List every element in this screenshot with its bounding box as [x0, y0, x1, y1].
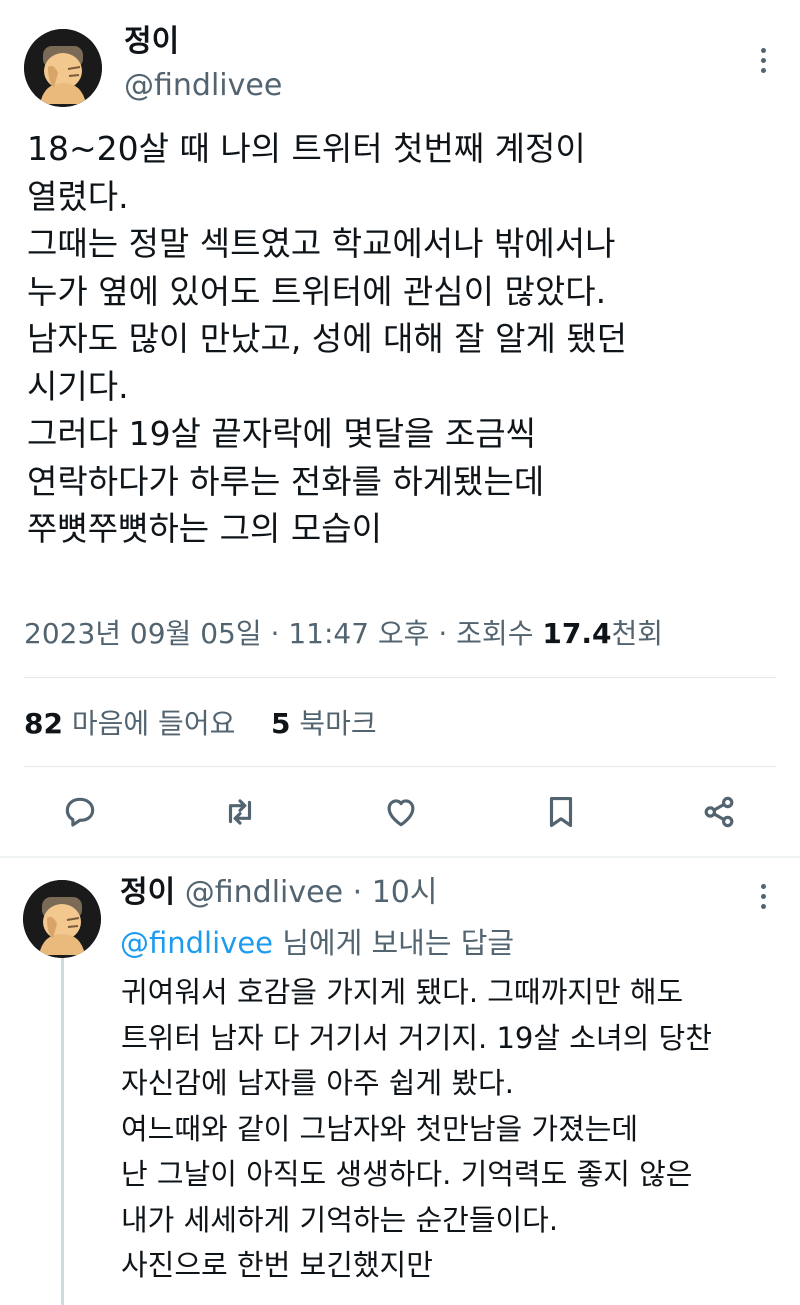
mention-link[interactable]: @findlivee [120, 926, 273, 960]
like-button[interactable] [377, 788, 425, 836]
reply-avatar[interactable] [23, 880, 101, 958]
tweet-line: 쭈뼛쭈뼛하는 그의 모습이 [27, 509, 382, 548]
reply-line: 귀여워서 호감을 가지게 됐다. 그때까지만 해도 [121, 975, 684, 1009]
views-unit: 천회 [611, 617, 663, 650]
bookmarks-label: 북마크 [299, 707, 377, 740]
tweet-line: 18~20살 때 나의 트위터 첫번째 계정이 [27, 129, 586, 168]
author-handle[interactable]: @findlivee [124, 66, 282, 106]
likes-count: 82 [24, 707, 63, 740]
views-label: 조회수 [456, 617, 534, 650]
reply-header: 정이 @findlivee · 10시 [120, 872, 437, 914]
retweet-button[interactable] [216, 788, 264, 836]
bookmarks-stat[interactable]: 5 북마크 [271, 707, 377, 740]
share-button[interactable] [695, 788, 743, 836]
likes-label: 마음에 들어요 [71, 707, 236, 740]
thread-connector [61, 958, 64, 1305]
reply-line: 내가 세세하게 기억하는 순간들이다. [121, 1202, 559, 1237]
meta-separator: · [270, 617, 289, 650]
bookmark-button[interactable] [537, 788, 585, 836]
tweet-date[interactable]: 2023년 09월 05일 [24, 617, 262, 650]
meta-separator: · [352, 875, 363, 910]
divider [24, 677, 776, 678]
author-name[interactable]: 정이 [124, 22, 179, 62]
bookmark-icon [549, 796, 573, 828]
bookmarks-count: 5 [270, 707, 291, 740]
divider [24, 766, 776, 767]
tweet-text: 18~20살 때 나의 트위터 첫번째 계정이 열렸다. 그때는 정말 섹트였고… [27, 125, 787, 553]
replying-to: @findlivee 님에게 보내는 답글 [120, 922, 514, 964]
reply-line: 여느때와 같이 그남자와 첫만남을 가졌는데 [121, 1111, 639, 1146]
tweet-line: 그러다 19살 끝자락에 몇달을 조금씩 [27, 414, 536, 453]
tweet-time[interactable]: 11:47 오후 [288, 617, 429, 650]
reply-line: 난 그날이 아직도 생생하다. 기억력도 좋지 않은 [121, 1157, 693, 1191]
tweet-line: 열렸다. [27, 176, 129, 216]
likes-stat[interactable]: 82 마음에 들어요 [24, 707, 235, 740]
comment-icon [65, 797, 95, 827]
meta-separator: · [438, 617, 457, 650]
reply-time[interactable]: 10시 [372, 875, 438, 910]
tweet-line: 연락하다가 하루는 전화를 하게됐는데 [27, 461, 545, 501]
replying-to-label: 님에게 보내는 답글 [282, 926, 515, 960]
section-divider [0, 856, 800, 858]
reply-author-name[interactable]: 정이 [120, 875, 175, 910]
reply-line: 자신감에 남자를 아주 쉽게 봤다. [121, 1066, 514, 1100]
heart-icon [387, 799, 415, 827]
tweet-line: 시기다. [27, 366, 129, 406]
retweet-icon [228, 799, 252, 825]
more-icon[interactable] [751, 48, 775, 73]
reply-line: 트위터 남자 다 거기서 거기지. 19살 소녀의 당찬 [121, 1020, 712, 1055]
reply-line: 사진으로 한번 보긴했지만 [121, 1248, 433, 1282]
tweet-stats: 82 마음에 들어요 5 북마크 [24, 702, 377, 746]
reply-text: 귀여워서 호감을 가지게 됐다. 그때까지만 해도 트위터 남자 다 거기서 거… [121, 970, 791, 1289]
more-icon[interactable] [751, 884, 775, 909]
share-icon [704, 796, 734, 828]
views-count: 17.4 [542, 617, 612, 650]
tweet-line: 남자도 많이 만났고, 성에 대해 잘 알게 됐던 [27, 319, 628, 358]
reply-author-handle[interactable]: @findlivee [185, 875, 343, 910]
tweet-line: 그때는 정말 섹트였고 학교에서나 밖에서나 [27, 224, 616, 263]
reply-button[interactable] [56, 788, 104, 836]
tweet-meta: 2023년 09월 05일 · 11:47 오후 · 조회수 17.4천회 [24, 612, 663, 656]
tweet-line: 누가 옆에 있어도 트위터에 관심이 많았다. [27, 271, 607, 311]
avatar[interactable] [24, 29, 102, 107]
